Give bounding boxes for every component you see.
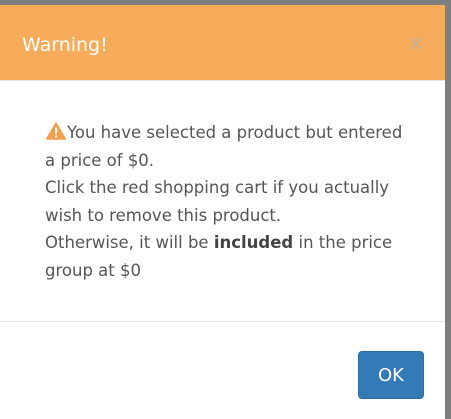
- dialog-title: Warning!: [22, 34, 108, 56]
- warning-message: You have selected a product but entered …: [45, 119, 405, 284]
- backdrop-right-edge: [445, 0, 451, 419]
- dialog-footer: OK: [0, 322, 445, 419]
- warning-dialog: Warning! × You have selected a product b…: [0, 5, 445, 419]
- message-line-1: You have selected a product but entered …: [45, 123, 403, 170]
- included-emphasis: included: [213, 233, 294, 252]
- close-button[interactable]: ×: [405, 33, 427, 55]
- ok-button[interactable]: OK: [358, 351, 424, 399]
- warning-triangle-icon: [45, 122, 67, 140]
- dialog-header: Warning! ×: [0, 5, 445, 81]
- message-line-3-start: Otherwise, it will be: [45, 233, 214, 252]
- message-line-2: Click the red shopping cart if you actua…: [45, 178, 390, 225]
- dialog-body: You have selected a product but entered …: [0, 81, 445, 322]
